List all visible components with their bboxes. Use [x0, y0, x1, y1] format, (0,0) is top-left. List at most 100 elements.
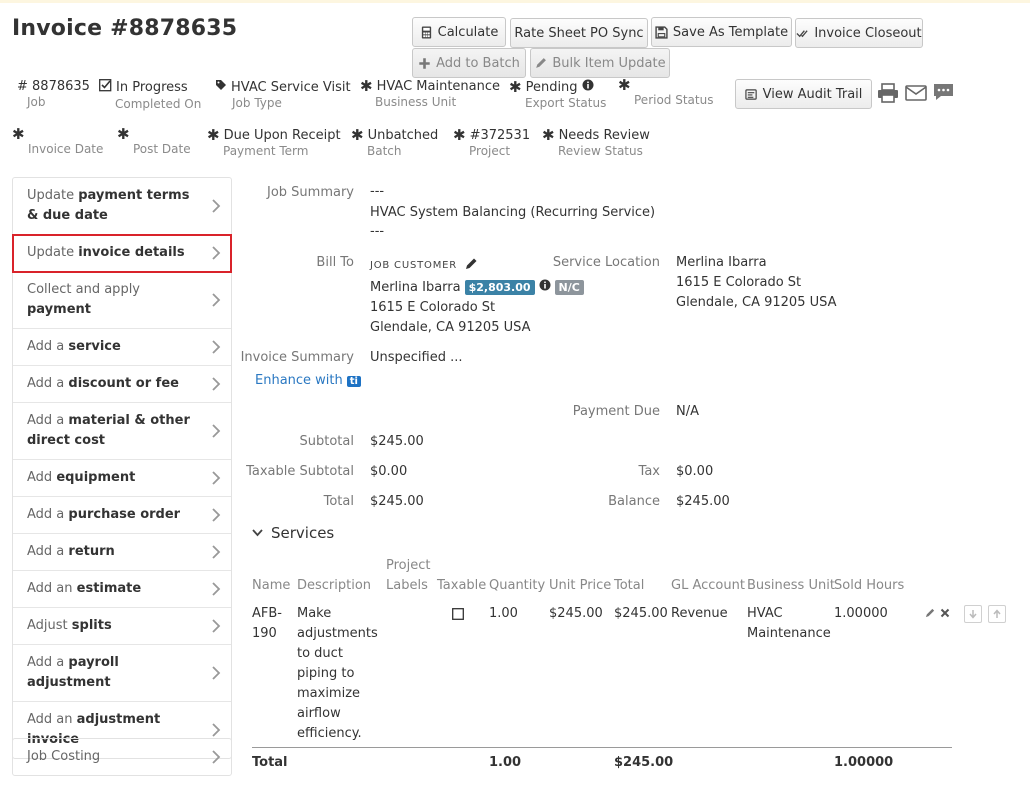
- col-description: Description: [297, 578, 372, 593]
- chevron-right-icon: [212, 424, 221, 438]
- chevron-right-icon: [212, 666, 221, 680]
- service-total: $245.00: [614, 606, 668, 621]
- chevron-right-icon: [212, 377, 221, 391]
- totals-divider: [252, 747, 952, 748]
- info-icon[interactable]: [539, 279, 551, 295]
- location-address-line2: Glendale, CA 91205 USA: [676, 295, 837, 310]
- post-date-label: Post Date: [133, 142, 191, 156]
- menu-item-estimate[interactable]: Add an estimate: [13, 571, 231, 608]
- col-business-unit: Business Unit: [747, 578, 835, 593]
- total-value: $245.00: [370, 494, 424, 509]
- services-total-amount: $245.00: [614, 755, 674, 770]
- add-to-batch-button[interactable]: Add to Batch: [412, 48, 526, 78]
- col-taxable: Taxable: [437, 578, 487, 593]
- menu-item-equipment[interactable]: Add equipment: [13, 460, 231, 497]
- enhance-with-label: Enhance with: [255, 373, 343, 388]
- save-template-label: Save As Template: [672, 24, 789, 40]
- service-business-unit: HVAC Maintenance: [747, 606, 831, 641]
- menu-item-prefix: Add a: [27, 655, 69, 670]
- chevron-right-icon: [212, 293, 221, 307]
- chevron-right-icon: [212, 340, 221, 354]
- bulk-item-update-button[interactable]: Bulk Item Update: [530, 48, 670, 78]
- chevron-right-icon: [212, 199, 221, 213]
- save-template-button[interactable]: Save As Template: [651, 17, 792, 47]
- menu-item-payroll-adjustment[interactable]: Add a payroll adjustment: [13, 645, 231, 702]
- menu-item-keyword: service: [68, 339, 121, 354]
- field-batch: ✱ Unbatched Batch: [351, 128, 439, 159]
- taxable-checkbox[interactable]: [452, 607, 464, 627]
- required-asterisk-icon: ✱: [12, 125, 25, 143]
- required-asterisk-icon: ✱: [618, 76, 631, 94]
- calculate-label: Calculate: [437, 24, 499, 40]
- view-audit-trail-button[interactable]: View Audit Trail: [735, 79, 872, 109]
- edit-pencil-icon[interactable]: [925, 607, 936, 622]
- completed-value: In Progress: [116, 80, 188, 95]
- export-status-value: Pending: [525, 79, 578, 95]
- delete-x-icon[interactable]: [940, 607, 950, 622]
- menu-item-service[interactable]: Add a service: [13, 329, 231, 366]
- field-post-date: ✱ Post Date: [117, 125, 191, 157]
- job-customer-label: JOB CUSTOMER: [370, 260, 457, 271]
- project-label: Project: [469, 144, 511, 158]
- menu-item-prefix: Add a: [27, 376, 69, 391]
- rate-sheet-sync-button[interactable]: Rate Sheet PO Sync: [510, 18, 648, 48]
- subtotal-value: $245.00: [370, 434, 424, 449]
- menu-item-payment[interactable]: Collect and apply payment: [13, 272, 231, 329]
- invoice-closeout-button[interactable]: Invoice Closeout: [795, 18, 923, 48]
- email-icon[interactable]: [905, 83, 927, 107]
- job-summary-line1: ---: [370, 184, 385, 199]
- menu-item-prefix: Update: [27, 245, 79, 260]
- job-type-label: Job Type: [232, 96, 282, 110]
- menu-item-prefix: Add an: [27, 712, 77, 727]
- menu-item-purchase-order[interactable]: Add a purchase order: [13, 497, 231, 534]
- bill-address-line1: 1615 E Colorado St: [370, 300, 496, 315]
- payment-due-value: N/A: [676, 404, 699, 419]
- field-completed-on: In Progress Completed On: [99, 79, 201, 111]
- required-asterisk-icon: ✱: [117, 125, 130, 143]
- invoice-summary-label: Invoice Summary: [240, 350, 354, 365]
- chevron-right-icon: [212, 750, 221, 764]
- info-icon[interactable]: [582, 79, 594, 95]
- plus-icon: [418, 57, 431, 70]
- chevron-right-icon: [212, 723, 221, 737]
- rate-sheet-label: Rate Sheet PO Sync: [514, 25, 644, 41]
- move-down-button[interactable]: [964, 605, 982, 623]
- services-section-toggle[interactable]: Services: [252, 524, 334, 542]
- menu-item-splits[interactable]: Adjust splits: [13, 608, 231, 645]
- menu-item-invoice-details[interactable]: Update invoice details: [12, 234, 232, 273]
- customer-row: Merlina Ibarra $2,803.00 N/C: [370, 279, 584, 295]
- customer-name[interactable]: Merlina Ibarra: [370, 280, 461, 295]
- menu-item-material-other-direct-cost[interactable]: Add a material & other direct cost: [13, 403, 231, 460]
- required-asterisk-icon: ✱: [509, 77, 522, 96]
- checkbox-checked-icon: [99, 79, 112, 96]
- field-invoice-date: ✱ Invoice Date: [12, 125, 103, 157]
- print-icon[interactable]: [877, 83, 899, 107]
- job-costing-item[interactable]: Job Costing: [13, 739, 231, 775]
- calculate-button[interactable]: Calculate: [412, 17, 506, 47]
- payment-due-label: Payment Due: [572, 404, 660, 419]
- closeout-label: Invoice Closeout: [814, 25, 922, 41]
- menu-item-keyword: discount or fee: [68, 376, 179, 391]
- comment-icon[interactable]: [933, 83, 955, 107]
- edit-pencil-icon[interactable]: [465, 257, 478, 274]
- save-icon: [655, 25, 668, 39]
- balance-value: $245.00: [676, 494, 730, 509]
- move-up-button[interactable]: [988, 605, 1006, 623]
- arrow-down-icon: [969, 610, 977, 619]
- enhance-with-link[interactable]: Enhance with ti: [255, 373, 361, 388]
- history-icon: [744, 88, 758, 101]
- batch-value: Unbatched: [367, 128, 439, 143]
- chevron-right-icon: [212, 471, 221, 485]
- menu-item-payment-terms-due-date[interactable]: Update payment terms & due date: [13, 178, 231, 235]
- col-unit-price: Unit Price: [549, 578, 612, 593]
- field-export-status: ✱ Pending Export Status: [509, 79, 606, 110]
- menu-item-discount-or-fee[interactable]: Add a discount or fee: [13, 366, 231, 403]
- required-asterisk-icon: ✱: [542, 126, 555, 144]
- service-gl-account: Revenue: [671, 606, 728, 621]
- service-name: AFB-190: [252, 606, 282, 641]
- menu-item-return[interactable]: Add a return: [13, 534, 231, 571]
- menu-item-keyword: splits: [71, 618, 112, 633]
- menu-item-keyword: estimate: [76, 581, 142, 596]
- location-name: Merlina Ibarra: [676, 255, 767, 270]
- period-status-label: Period Status: [634, 93, 714, 107]
